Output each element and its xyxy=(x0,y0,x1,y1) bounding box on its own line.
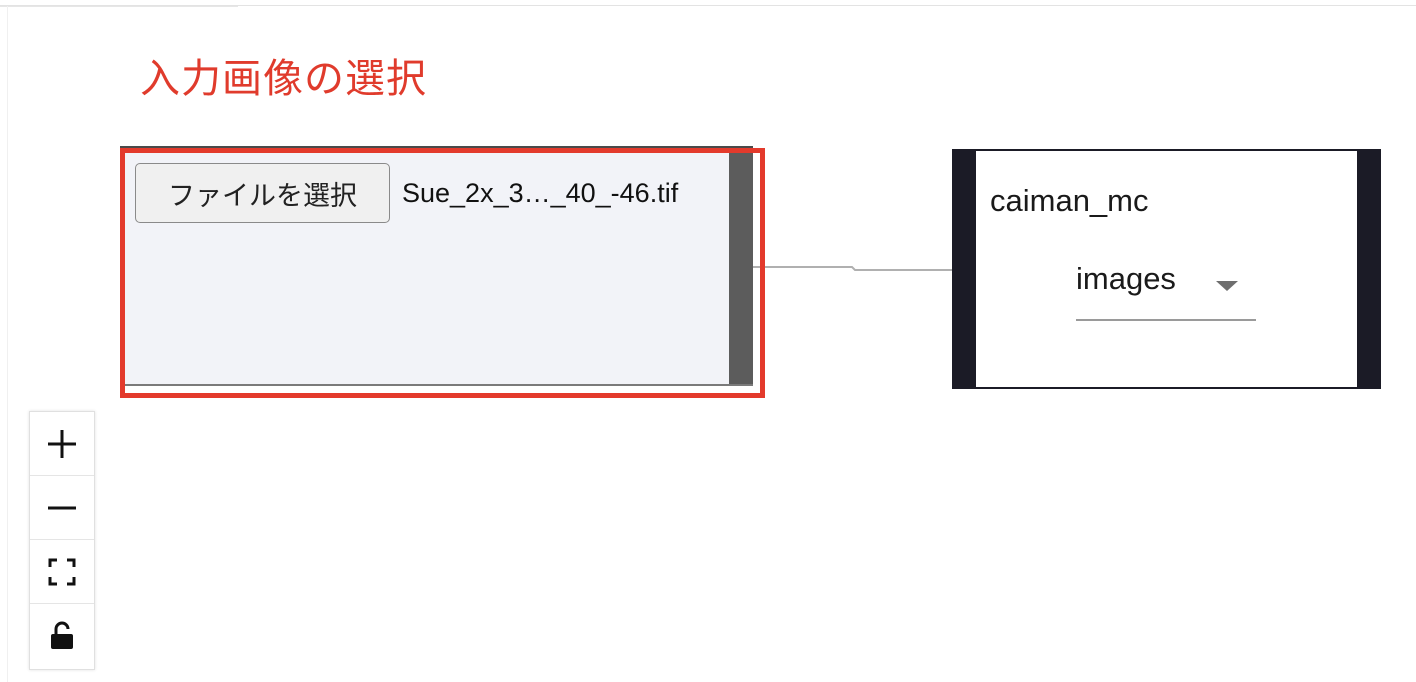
flow-controls xyxy=(29,411,95,670)
caret-down-icon xyxy=(1216,281,1238,291)
zoom-in-button[interactable] xyxy=(30,412,94,476)
left-divider xyxy=(7,6,8,682)
select-value: images xyxy=(1076,261,1176,296)
node-title: caiman_mc xyxy=(990,183,1149,218)
lock-toggle-button[interactable] xyxy=(30,604,94,668)
fit-view-icon xyxy=(48,558,76,585)
selected-file-name: Sue_2x_3…_40_-46.tif xyxy=(402,178,679,208)
image-input-node[interactable]: ファイルを選択 Sue_2x_3…_40_-46.tif xyxy=(120,146,753,386)
output-handle[interactable] xyxy=(729,148,753,384)
plus-icon xyxy=(48,429,76,458)
choose-file-button[interactable]: ファイルを選択 xyxy=(135,163,390,223)
input-type-select[interactable]: images xyxy=(1076,261,1256,321)
zoom-out-button[interactable] xyxy=(30,476,94,540)
unlock-icon xyxy=(51,621,73,649)
minus-icon xyxy=(48,506,76,509)
annotation-title: 入力画像の選択 xyxy=(140,56,427,102)
caiman-mc-node[interactable]: caiman_mc images xyxy=(952,149,1381,389)
fit-view-button[interactable] xyxy=(30,540,94,604)
top-divider xyxy=(0,5,1416,6)
